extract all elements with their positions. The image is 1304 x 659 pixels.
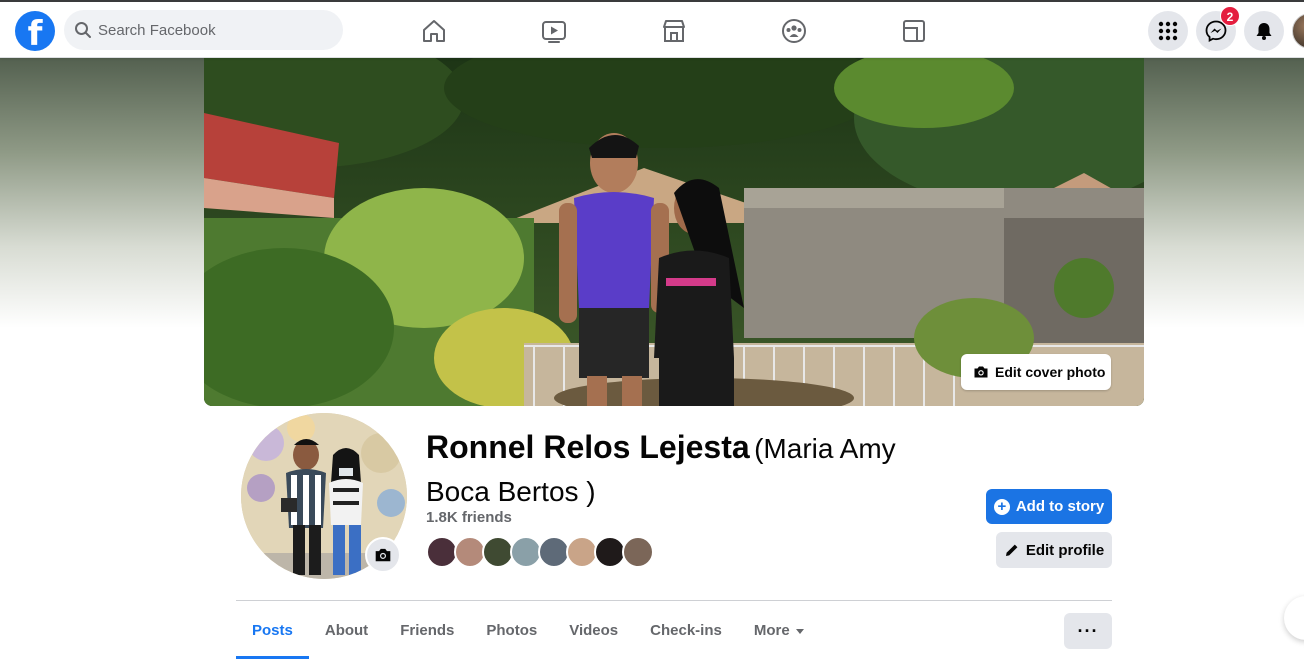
nav-gaming[interactable] [884, 8, 944, 54]
camera-icon [375, 548, 391, 562]
tab-videos[interactable]: Videos [553, 606, 634, 656]
marketplace-icon [663, 20, 685, 42]
friend-avatars [426, 536, 666, 568]
tab-label: More [753, 622, 790, 639]
messenger-badge: 2 [1220, 6, 1240, 26]
tab-friends[interactable]: Friends [384, 606, 470, 656]
edit-cover-photo-button[interactable]: Edit cover photo [961, 354, 1111, 390]
nav-watch[interactable] [524, 8, 584, 54]
profile-name-heading: Ronnel Relos Lejesta (Maria Amy Boca Ber… [426, 428, 966, 516]
nav-home[interactable] [404, 8, 464, 54]
search-box[interactable] [64, 10, 343, 50]
floating-action-button[interactable] [1284, 596, 1304, 640]
tab-photos[interactable]: Photos [470, 606, 553, 656]
gaming-icon [903, 20, 925, 42]
edit-profile-button[interactable]: Edit profile [996, 532, 1112, 568]
add-to-story-button[interactable]: + Add to story [986, 489, 1112, 524]
profile-name: Ronnel Relos Lejesta [426, 429, 750, 465]
tab-posts[interactable]: Posts [236, 606, 309, 659]
tab-label: Check-ins [650, 622, 722, 639]
menu-grid-icon [1158, 21, 1178, 41]
tab-about[interactable]: About [309, 606, 384, 656]
pencil-icon [1005, 544, 1018, 556]
tab-label: Friends [400, 622, 455, 639]
tabs-divider [236, 600, 1112, 601]
menu-button[interactable] [1148, 11, 1188, 51]
tab-label: Videos [569, 622, 619, 639]
add-to-story-label: Add to story [1015, 498, 1105, 515]
nav-marketplace[interactable] [644, 8, 704, 54]
edit-profile-label: Edit profile [1025, 541, 1105, 559]
facebook-logo-icon[interactable]: f [15, 11, 55, 51]
nav-groups[interactable] [764, 8, 824, 54]
search-input[interactable] [98, 10, 328, 50]
groups-icon [782, 19, 806, 43]
tab-check-ins[interactable]: Check-ins [634, 606, 738, 656]
top-navigation-bar: f 2 [0, 0, 1304, 58]
notifications-button[interactable] [1244, 11, 1284, 51]
edit-cover-photo-label: Edit cover photo [995, 364, 1106, 380]
tab-label: Photos [486, 622, 538, 639]
profile-tabs: Posts About Friends Photos Videos Check-… [236, 606, 820, 659]
notifications-icon [1256, 23, 1272, 40]
camera-icon [974, 366, 988, 378]
friend-avatar[interactable] [622, 536, 654, 568]
plus-icon: + [993, 498, 1010, 515]
update-profile-picture-button[interactable] [365, 537, 401, 573]
tab-more[interactable]: More [738, 606, 820, 656]
caret-down-icon [795, 628, 804, 634]
more-actions-button[interactable]: ··· [1064, 613, 1112, 649]
tab-label: About [324, 622, 369, 639]
search-icon [75, 22, 91, 38]
friends-count-link[interactable]: 1.8K friends [426, 509, 512, 526]
tab-label: Posts [252, 622, 293, 639]
home-icon [423, 20, 445, 42]
watch-icon [542, 21, 566, 43]
account-avatar[interactable] [1292, 13, 1304, 49]
